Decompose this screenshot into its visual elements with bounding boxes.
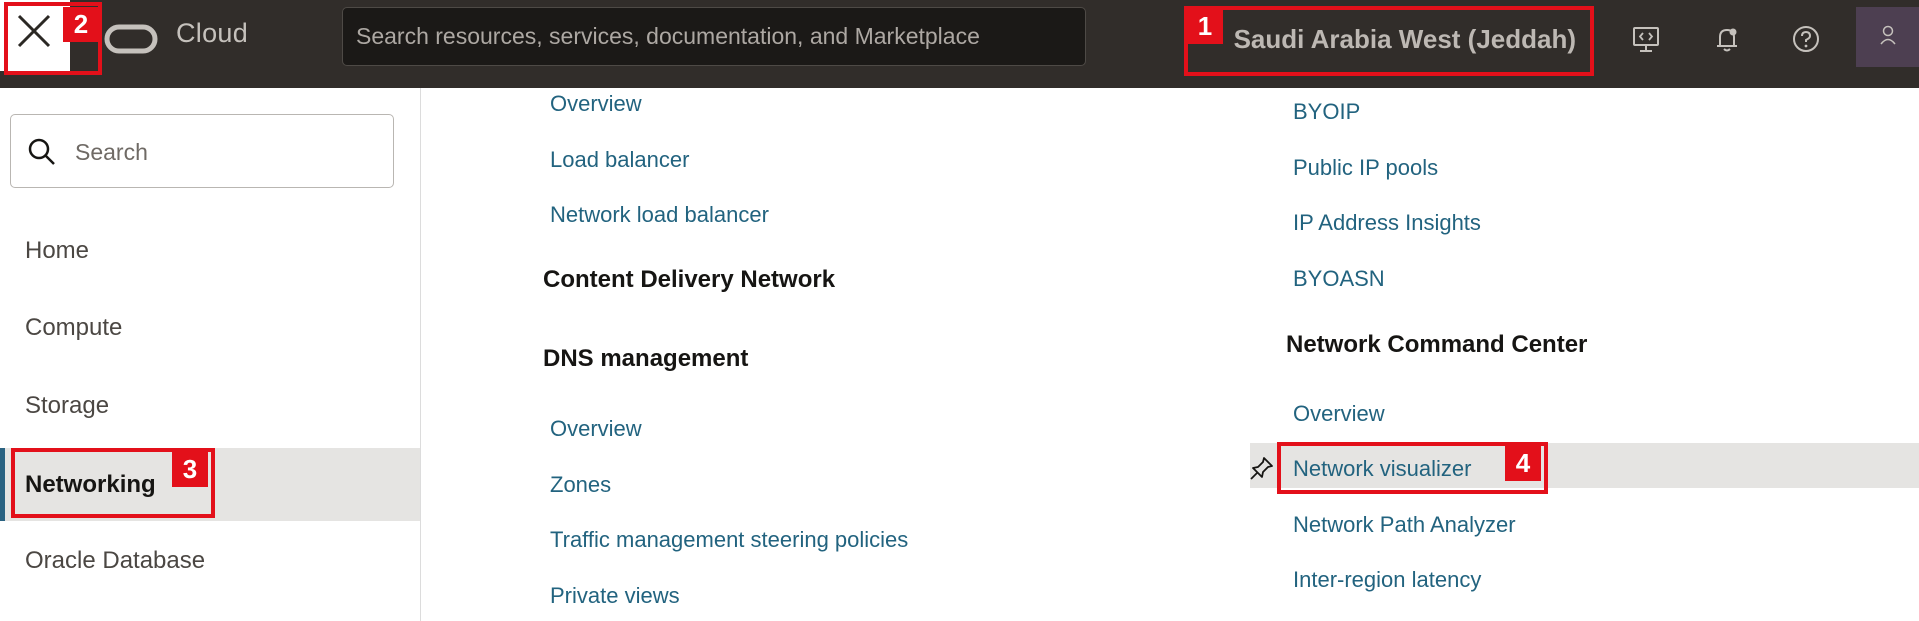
annotation-box-region: [1184, 6, 1594, 76]
brand-text[interactable]: Cloud: [176, 18, 248, 49]
link-private-views[interactable]: Private views: [550, 583, 680, 609]
user-icon: [1880, 25, 1896, 45]
sidebar-item-storage[interactable]: Storage: [0, 369, 420, 442]
link-byoip[interactable]: BYOIP: [1293, 99, 1360, 125]
link-overview[interactable]: Overview: [550, 91, 642, 117]
sidebar-item-oracle-database[interactable]: Oracle Database: [0, 524, 420, 597]
developer-tools-icon[interactable]: [1631, 24, 1661, 54]
link-network-path-analyzer[interactable]: Network Path Analyzer: [1293, 512, 1516, 538]
link-dns-overview[interactable]: Overview: [550, 416, 642, 442]
annotation-badge-4: 4: [1505, 446, 1541, 481]
search-icon: [28, 138, 55, 165]
navigation-sidebar: Search Home Compute Storage Networking O…: [0, 88, 421, 621]
top-bar: Cloud Search resources, services, docume…: [0, 0, 1919, 88]
sidebar-search-placeholder: Search: [75, 139, 148, 165]
help-icon[interactable]: [1791, 24, 1821, 54]
heading-content-delivery-network[interactable]: Content Delivery Network: [543, 266, 835, 294]
link-traffic-management-steering-policies[interactable]: Traffic management steering policies: [550, 527, 908, 553]
oracle-logo-icon[interactable]: [104, 24, 158, 54]
link-ncc-overview[interactable]: Overview: [1293, 401, 1385, 427]
bell-icon[interactable]: [1712, 24, 1742, 54]
sidebar-item-home[interactable]: Home: [0, 214, 420, 287]
link-zones[interactable]: Zones: [550, 472, 611, 498]
link-inter-region-latency[interactable]: Inter-region latency: [1293, 567, 1481, 593]
annotation-badge-2: 2: [63, 7, 99, 42]
user-avatar[interactable]: [1856, 7, 1919, 67]
global-search-input[interactable]: Search resources, services, documentatio…: [342, 7, 1086, 66]
annotation-badge-3: 3: [172, 452, 208, 487]
link-byoasn[interactable]: BYOASN: [1293, 266, 1385, 292]
sidebar-item-compute[interactable]: Compute: [0, 291, 420, 364]
heading-dns-management: DNS management: [543, 345, 749, 372]
sidebar-search-input[interactable]: Search: [10, 114, 394, 188]
link-load-balancer[interactable]: Load balancer: [550, 147, 689, 173]
link-public-ip-pools[interactable]: Public IP pools: [1293, 155, 1438, 181]
annotation-badge-1: 1: [1187, 9, 1223, 44]
heading-network-command-center: Network Command Center: [1286, 331, 1588, 358]
link-network-load-balancer[interactable]: Network load balancer: [550, 202, 769, 228]
search-placeholder: Search resources, services, documentatio…: [356, 23, 980, 49]
link-ip-address-insights[interactable]: IP Address Insights: [1293, 210, 1481, 236]
pin-icon[interactable]: [1249, 455, 1275, 481]
